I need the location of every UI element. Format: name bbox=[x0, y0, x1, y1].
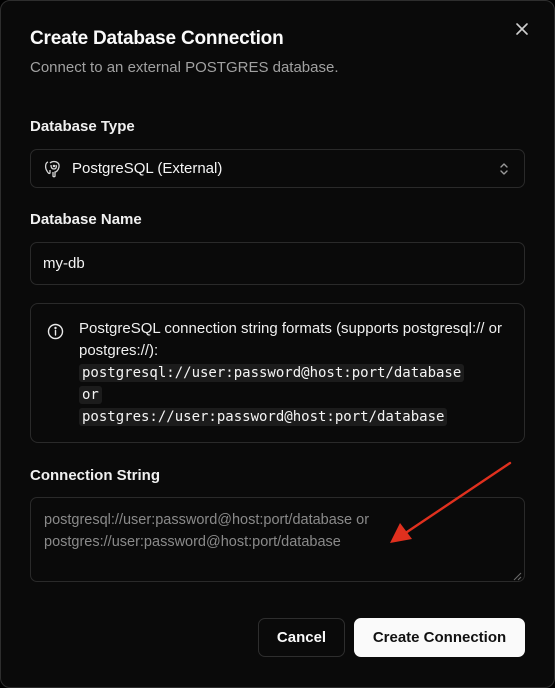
connection-string-label: Connection String bbox=[30, 467, 160, 484]
create-connection-button[interactable]: Create Connection bbox=[354, 618, 525, 657]
cancel-button[interactable]: Cancel bbox=[258, 618, 345, 657]
info-alert-text: PostgreSQL connection string formats (su… bbox=[79, 320, 502, 359]
info-icon bbox=[47, 323, 64, 345]
format-postgres-code: postgres://user:password@host:port/datab… bbox=[79, 408, 448, 426]
postgresql-elephant-icon bbox=[43, 159, 63, 179]
dialog-subtitle: Connect to an external POSTGRES database… bbox=[30, 59, 339, 76]
resize-handle-icon[interactable] bbox=[512, 568, 522, 586]
close-button[interactable] bbox=[512, 19, 532, 39]
dialog-title: Create Database Connection bbox=[30, 28, 284, 49]
create-connection-dialog: Create Database Connection Connect to an… bbox=[0, 0, 555, 688]
database-type-select[interactable]: PostgreSQL (External) bbox=[30, 149, 525, 188]
database-type-label: Database Type bbox=[30, 118, 135, 135]
format-or-code: or bbox=[79, 386, 102, 404]
database-type-value: PostgreSQL (External) bbox=[72, 160, 223, 177]
format-postgresql-code: postgresql://user:password@host:port/dat… bbox=[79, 364, 465, 382]
chevron-up-down-icon bbox=[498, 161, 510, 182]
database-name-label: Database Name bbox=[30, 211, 142, 228]
connection-string-textarea[interactable] bbox=[30, 497, 525, 582]
close-icon bbox=[516, 23, 528, 35]
info-alert: PostgreSQL connection string formats (su… bbox=[30, 303, 525, 443]
database-name-input[interactable] bbox=[30, 242, 525, 285]
info-alert-content: PostgreSQL connection string formats (su… bbox=[79, 318, 509, 428]
